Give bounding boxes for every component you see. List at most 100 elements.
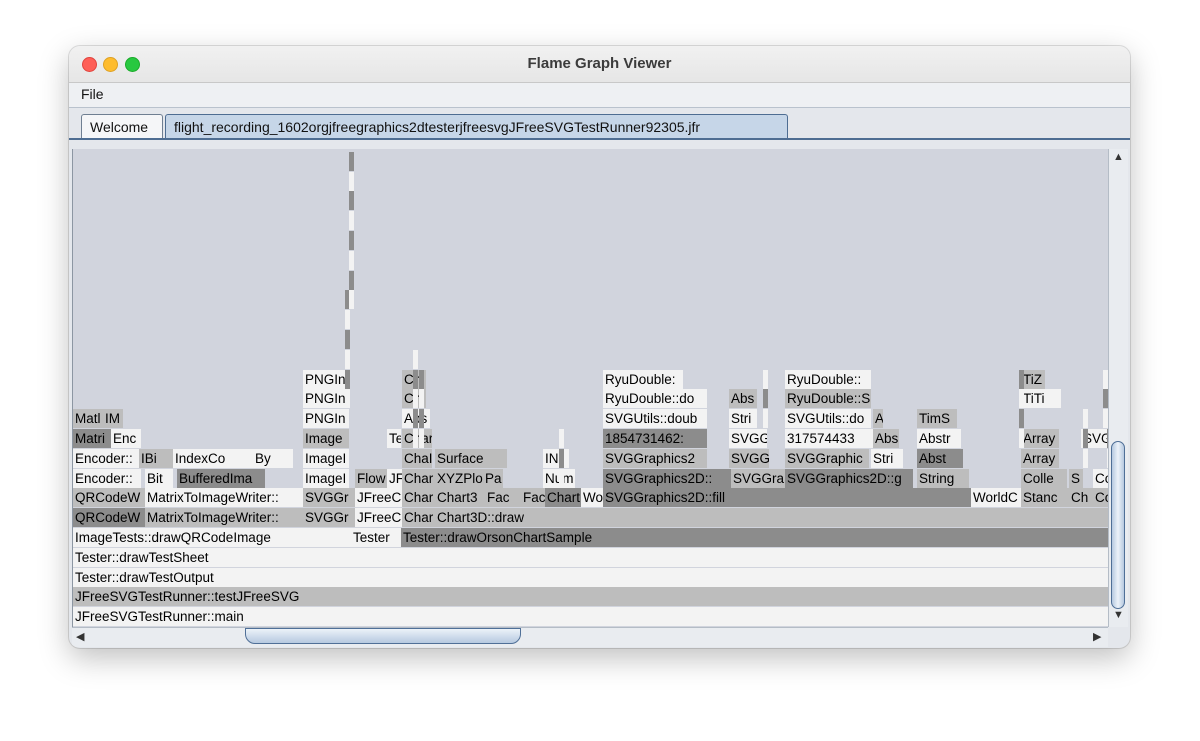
flame-frame[interactable]: By xyxy=(253,448,293,468)
flame-frame[interactable]: SVGGr xyxy=(303,488,355,508)
vertical-scrollbar[interactable]: ▲ ▼ xyxy=(1108,149,1128,627)
flame-frame[interactable]: JFreeSVGTestRunner::main xyxy=(73,607,1109,627)
tab-flight-recording[interactable]: flight_recording_1602orgjfreegraphics2dt… xyxy=(165,114,788,138)
flame-sliver[interactable] xyxy=(413,349,418,369)
flame-frame[interactable]: MatrixToImageWriter:: xyxy=(145,488,303,508)
flame-frame[interactable]: TimS xyxy=(917,409,957,429)
flame-frame[interactable]: Matri xyxy=(73,429,111,448)
scroll-right-arrow-icon[interactable]: ▶ xyxy=(1093,630,1101,643)
flame-frame[interactable]: IBi xyxy=(139,448,173,468)
flame-frame[interactable]: ImageI xyxy=(303,448,349,468)
flame-sliver[interactable] xyxy=(763,369,768,389)
flame-sliver[interactable] xyxy=(1019,409,1024,429)
flame-frame[interactable]: TiZ xyxy=(1021,369,1045,389)
flame-frame[interactable]: String xyxy=(917,468,969,488)
scroll-up-arrow-icon[interactable]: ▲ xyxy=(1113,151,1124,163)
flame-sliver[interactable] xyxy=(349,171,354,191)
flame-frame[interactable]: Tester::drawOrsonChartSample xyxy=(401,528,1109,547)
flame-sliver[interactable] xyxy=(413,389,418,409)
flame-frame[interactable]: Colle xyxy=(1021,468,1067,488)
flame-frame[interactable]: Abst xyxy=(917,448,963,468)
flame-frame[interactable]: Stanc xyxy=(1021,488,1069,508)
flame-frame[interactable]: RyuDouble::do xyxy=(603,389,707,409)
flame-frame[interactable]: SVGGraphics2D::fill xyxy=(603,488,971,508)
flame-frame[interactable]: QRCodeW xyxy=(73,488,145,508)
flame-frame[interactable]: TiTi xyxy=(1021,389,1061,409)
flame-frame[interactable]: Ch xyxy=(1069,488,1093,508)
flame-frame[interactable]: JFreeC xyxy=(355,508,402,528)
flame-frame[interactable]: Chart xyxy=(545,488,581,508)
flame-frame[interactable]: SVGGraphics2 xyxy=(603,448,707,468)
flame-graph-canvas[interactable]: JFreeSVGTestRunner::main JFreeSVGTestRunn… xyxy=(72,149,1109,627)
flame-frame[interactable]: JFreeSVGTestRunner::testJFreeSVG xyxy=(73,587,1109,607)
flame-frame[interactable]: WorldC xyxy=(971,488,1021,508)
flame-frame[interactable]: SVGG xyxy=(729,448,769,468)
flame-frame[interactable]: Surface xyxy=(435,448,507,468)
flame-sliver[interactable] xyxy=(1083,409,1088,429)
flame-sliver[interactable] xyxy=(349,270,354,290)
flame-frame[interactable]: IN xyxy=(543,448,569,468)
flame-sliver[interactable] xyxy=(413,429,418,448)
horizontal-scrollbar[interactable]: ◀ ▶ xyxy=(72,627,1108,647)
scroll-left-arrow-icon[interactable]: ◀ xyxy=(76,630,84,643)
flame-frame[interactable]: Abs xyxy=(729,389,757,409)
flame-frame[interactable]: PNGIn xyxy=(303,409,349,429)
flame-frame[interactable]: Abs xyxy=(873,429,899,448)
flame-sliver[interactable] xyxy=(345,330,350,349)
menu-file[interactable]: File xyxy=(81,86,104,102)
flame-frame[interactable]: SVGGraphics2D::g xyxy=(785,468,913,488)
flame-sliver[interactable] xyxy=(419,429,424,448)
flame-frame[interactable]: SVGUtils::do xyxy=(785,409,871,429)
flame-frame[interactable]: SVGG xyxy=(729,429,767,448)
flame-sliver[interactable] xyxy=(349,290,354,310)
flame-frame[interactable]: Char xyxy=(402,508,435,528)
flame-frame[interactable]: Pa xyxy=(483,468,503,488)
flame-frame[interactable]: Wo xyxy=(581,488,603,508)
flame-frame[interactable]: ImageI xyxy=(303,468,349,488)
flame-sliver[interactable] xyxy=(419,369,424,389)
flame-frame[interactable]: SVGGraphics2D:: xyxy=(603,468,731,488)
flame-frame[interactable]: Flow xyxy=(355,468,387,488)
flame-frame[interactable]: BufferedIma xyxy=(177,468,265,488)
flame-sliver[interactable] xyxy=(1019,429,1024,448)
flame-frame[interactable]: MatrixToImageWriter:: xyxy=(145,508,303,528)
flame-frame[interactable]: SVGUtils::doub xyxy=(603,409,707,429)
flame-sliver[interactable] xyxy=(559,448,564,468)
flame-frame[interactable]: Array xyxy=(1021,448,1059,468)
flame-frame[interactable]: Colo xyxy=(1093,468,1109,488)
flame-frame[interactable]: Bit xyxy=(145,468,173,488)
flame-frame[interactable]: RyuDouble:: xyxy=(785,369,871,389)
flame-sliver[interactable] xyxy=(413,409,418,429)
flame-frame[interactable]: Encoder:: xyxy=(73,468,141,488)
flame-sliver[interactable] xyxy=(349,231,354,250)
flame-sliver[interactable] xyxy=(763,389,768,409)
flame-sliver[interactable] xyxy=(419,389,424,409)
flame-sliver[interactable] xyxy=(345,369,350,389)
flame-frame[interactable]: Enc xyxy=(111,429,141,448)
flame-frame[interactable]: Char xyxy=(402,488,435,508)
flame-frame[interactable]: SVGGraphic xyxy=(785,448,869,468)
flame-frame[interactable]: Array xyxy=(1021,429,1059,448)
flame-frame[interactable]: Array xyxy=(873,409,883,429)
tab-welcome[interactable]: Welcome xyxy=(81,114,163,138)
flame-sliver[interactable] xyxy=(349,151,354,171)
flame-frame[interactable]: RyuDouble::S xyxy=(785,389,871,409)
flame-sliver[interactable] xyxy=(1019,369,1024,389)
flame-frame[interactable]: Tester::drawTestOutput xyxy=(73,567,1109,587)
flame-frame[interactable]: IndexCo xyxy=(173,448,253,468)
flame-frame[interactable]: Face: xyxy=(521,488,545,508)
flame-frame[interactable]: XYZPlo xyxy=(435,468,483,488)
flame-sliver[interactable] xyxy=(1083,429,1088,448)
flame-sliver[interactable] xyxy=(419,409,424,429)
flame-sliver[interactable] xyxy=(1019,389,1024,409)
flame-sliver[interactable] xyxy=(349,250,354,270)
flame-frame[interactable]: Chart3D::draw xyxy=(435,508,1109,528)
flame-frame[interactable]: SVGGra xyxy=(731,468,785,488)
flame-frame[interactable]: PNGIn xyxy=(303,389,349,409)
flame-frame[interactable]: 317574433 xyxy=(785,429,873,448)
flame-sliver[interactable] xyxy=(413,369,418,389)
flame-sliver[interactable] xyxy=(559,468,564,488)
flame-sliver[interactable] xyxy=(763,409,768,429)
flame-sliver[interactable] xyxy=(559,429,564,448)
flame-frame[interactable]: PNGIn xyxy=(303,369,349,389)
